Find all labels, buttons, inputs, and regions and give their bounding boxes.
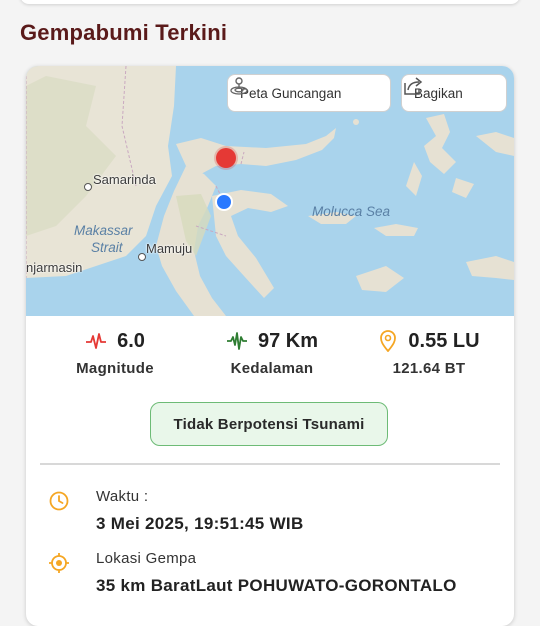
map-label-molucca-sea: Molucca Sea: [312, 204, 391, 219]
share-button[interactable]: Bagikan: [401, 74, 507, 112]
city-marker-samarinda: [84, 183, 92, 191]
map-label-makassar-strait-line2: Strait: [91, 240, 123, 255]
location-label: Lokasi Gempa: [96, 550, 197, 567]
time-value: 3 Mei 2025, 19:51:45 WIB: [96, 514, 304, 533]
section-title: Gempabumi Terkini: [20, 20, 228, 45]
time-row: Waktu : 3 Mei 2025, 19:51:45 WIB: [48, 488, 488, 536]
shake-map-icon: [230, 77, 248, 95]
depth-label: Kedalaman: [230, 360, 314, 377]
map-label-makassar-strait-line1: Makassar: [74, 223, 133, 238]
longitude-value: 121.64 BT: [392, 360, 466, 377]
user-location-marker: [215, 193, 233, 211]
map-label-banjarmasin: njarmasin: [26, 260, 83, 275]
earthquake-card[interactable]: Samarinda Makassar Strait Mamuju njarmas…: [26, 66, 514, 626]
earthquake-map[interactable]: Samarinda Makassar Strait Mamuju njarmas…: [26, 66, 514, 316]
magnitude-stat: 6.0 Magnitude: [60, 324, 170, 378]
location-row: Lokasi Gempa 35 km BaratLaut POHUWATO-GO…: [48, 550, 508, 598]
map-label-mamuju: Mamuju: [146, 241, 193, 256]
seismograph-icon: [226, 332, 247, 350]
clock-icon: [49, 491, 69, 511]
tsunami-status-badge: Tidak Berpotensi Tsunami: [150, 402, 388, 446]
coordinates-stat: 0.55 LU 121.64 BT: [364, 324, 494, 377]
time-label: Waktu :: [96, 488, 149, 505]
map-label-samarinda: Samarinda: [93, 172, 156, 187]
magnitude-value: 6.0: [117, 329, 145, 352]
depth-stat: 97 Km Kedalaman: [212, 324, 332, 377]
previous-card-edge: [20, 0, 520, 4]
location-pin-icon: [380, 330, 397, 352]
epicenter-marker[interactable]: [216, 148, 236, 168]
latitude-value: 0.55 LU: [408, 329, 480, 352]
shake-map-label: Peta Guncangan: [240, 85, 342, 101]
city-marker-mamuju: [138, 253, 146, 261]
quake-stats: 6.0 Magnitude 97 Km Kedalaman 0.55 LU 12: [26, 324, 514, 384]
divider: [40, 463, 500, 465]
share-icon: [404, 77, 423, 95]
depth-value: 97 Km: [257, 329, 319, 352]
pulse-icon: [86, 333, 107, 349]
magnitude-label: Magnitude: [76, 360, 154, 377]
location-value: 35 km BaratLaut POHUWATO-GORONTALO: [96, 576, 457, 595]
shake-map-button[interactable]: Peta Guncangan: [227, 74, 391, 112]
crosshair-icon: [49, 553, 69, 573]
